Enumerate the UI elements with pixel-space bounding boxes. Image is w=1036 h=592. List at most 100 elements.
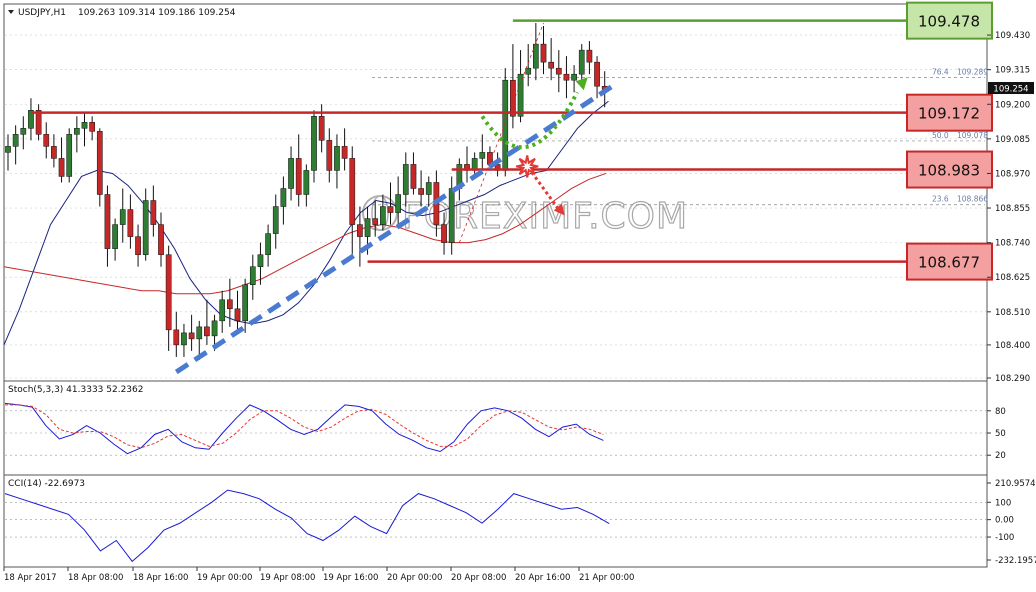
candle-body (249, 266, 256, 285)
price-tick-label: 108.290 (995, 374, 1030, 384)
time-tick-label: 21 Apr 00:00 (579, 573, 634, 583)
stochastic-tick-label: 20 (995, 451, 1006, 461)
candle-body (12, 134, 19, 147)
candle-body (533, 43, 539, 69)
candle-body (158, 224, 164, 255)
candle-body (188, 332, 195, 340)
candle-body (265, 233, 271, 255)
candle-body (517, 73, 524, 117)
candle-body (548, 61, 554, 69)
stochastic-header: Stoch(5,3,3) 41.3333 52.2362 (8, 385, 143, 395)
time-tick-label: 18 Apr 08:00 (68, 573, 123, 583)
time-tick-label: 18 Apr 16:00 (133, 573, 188, 583)
candle-body (89, 122, 96, 132)
candle-body (372, 218, 379, 225)
symbol-label: USDJPY,H1 (18, 8, 66, 18)
stochastic-tick-label: 50 (995, 429, 1006, 439)
time-tick-label: 19 Apr 16:00 (323, 573, 378, 583)
candle-body (303, 170, 310, 195)
candle-body (571, 73, 577, 81)
chart-canvas: FOREXIMF.COM 76.4 109.289 50.0 109.078 23.6 1… (0, 0, 1036, 588)
candle-body (395, 194, 401, 213)
candle-body (311, 116, 317, 171)
candle-body (257, 254, 264, 267)
candle-body (219, 299, 226, 322)
candle-body (234, 308, 241, 322)
candle-body (502, 79, 509, 171)
cci-tick-label: -232.1957 (995, 556, 1036, 566)
candle-body (341, 146, 348, 159)
candle-body (104, 194, 111, 249)
candle-body (525, 67, 532, 75)
cci-header: CCI(14) -22.6973 (8, 479, 85, 489)
candle-body (74, 128, 80, 135)
cci-tick-label: 100 (995, 498, 1011, 508)
candle-body (288, 158, 294, 189)
cci-tick-label: 210.9574 (995, 479, 1036, 489)
candle-body (66, 134, 73, 177)
stochastic-tick-label: 80 (995, 407, 1006, 417)
candle-body (448, 188, 455, 243)
level-label: 109.172 (918, 105, 980, 123)
candle-body (380, 206, 386, 225)
candle-body (295, 158, 302, 195)
fib-price: 109.078 (957, 131, 988, 140)
price-tick-label: 109.430 (995, 31, 1030, 41)
time-tick-label: 18 Apr 2017 (4, 573, 57, 583)
price-tick-label: 108.400 (995, 341, 1030, 351)
current-price-label: 109.254 (993, 85, 1028, 95)
price-tick-label: 109.085 (995, 135, 1030, 145)
candle-body (142, 200, 149, 255)
price-tick-label: 108.625 (995, 273, 1030, 283)
candle-body (181, 332, 187, 346)
candle-body (165, 254, 172, 331)
candle-body (563, 73, 570, 81)
time-tick-label: 20 Apr 16:00 (515, 573, 570, 583)
candle-body (96, 131, 103, 195)
candle-body (586, 49, 593, 63)
candle-body (272, 206, 279, 234)
candle-body (43, 134, 50, 147)
candle-body (510, 79, 516, 117)
candle-body (594, 61, 600, 87)
candle-body (349, 158, 356, 225)
candle-body (540, 43, 547, 63)
candle-body (112, 224, 118, 249)
candle-body (204, 326, 210, 337)
candle-body (150, 200, 157, 225)
price-tick-label: 109.315 (995, 66, 1030, 76)
candle-body (357, 224, 363, 237)
candle-body (173, 329, 180, 346)
candle-body (418, 188, 424, 195)
candle-body (20, 128, 27, 135)
candle-body (402, 164, 409, 195)
candle-body (211, 320, 218, 337)
cci-tick-label: 0.00 (995, 516, 1014, 526)
candle-body (479, 152, 486, 159)
forex-chart: FOREXIMF.COM 76.4 109.289 50.0 109.078 23.6 1… (0, 0, 1036, 588)
candle-body (227, 299, 233, 310)
ohlc-readout: 109.263 109.314 109.186 109.254 (78, 8, 236, 18)
candle-body (58, 158, 65, 177)
level-label: 109.478 (918, 13, 980, 31)
time-tick-label: 20 Apr 08:00 (451, 573, 506, 583)
fib-price: 109.289 (957, 67, 988, 76)
candle-body (425, 182, 432, 195)
candle-body (135, 236, 141, 255)
breakout-burst-icon (515, 155, 539, 178)
candle-body (196, 326, 203, 340)
level-label: 108.983 (918, 162, 980, 180)
cci-tick-label: -100 (995, 533, 1014, 543)
fib-label: 23.6 (932, 195, 949, 204)
level-label: 108.677 (918, 254, 980, 272)
candle-body (326, 140, 333, 171)
candle-body (119, 209, 126, 225)
candle-body (242, 284, 249, 322)
time-tick-label: 19 Apr 08:00 (260, 573, 315, 583)
candle-body (81, 122, 88, 129)
watermark: FOREXIMF.COM (362, 195, 688, 238)
candle-body (555, 67, 562, 75)
candle-body (127, 209, 134, 237)
price-tick-label: 108.855 (995, 204, 1030, 214)
candle-body (387, 206, 394, 213)
